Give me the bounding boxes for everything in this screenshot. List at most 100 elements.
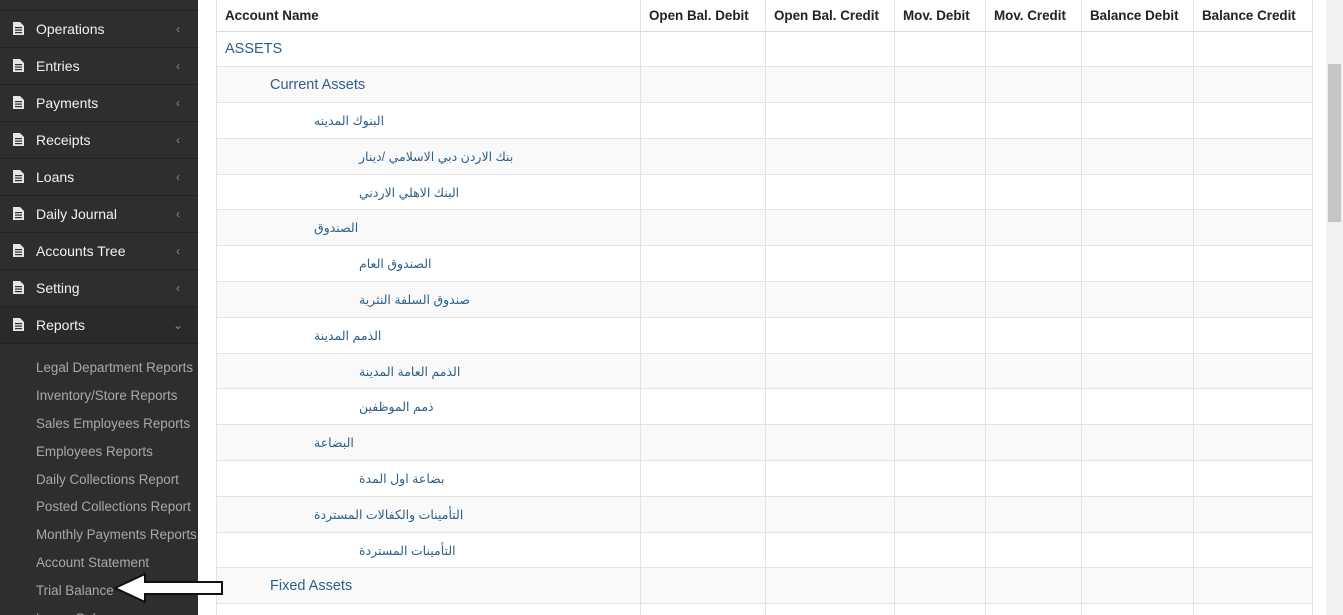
sidebar-item-operations[interactable]: Operations ‹ [0, 11, 198, 48]
document-icon [13, 59, 25, 73]
sidebar-item-label: Reports [36, 317, 86, 333]
amount-cell [894, 316, 986, 354]
amount-cell [894, 388, 986, 426]
sidebar-item-accounts-tree[interactable]: Accounts Tree ‹ [0, 233, 198, 270]
submenu-item-sales-employees-reports[interactable]: Sales Employees Reports [0, 410, 198, 438]
scrollbar-thumb[interactable] [1328, 64, 1341, 222]
column-header-account-name: Account Name [216, 0, 641, 32]
amount-cell [985, 352, 1082, 390]
amount-cell [765, 281, 895, 318]
account-name-cell[interactable]: التأمينات والكفالات المستردة [216, 495, 641, 533]
chevron-left-icon: ‹ [176, 59, 180, 73]
account-name-cell[interactable]: البنك الاهلي الاردني [216, 173, 641, 211]
sidebar-item-entries[interactable]: Entries ‹ [0, 48, 198, 85]
table-row: ذمم الموظفين [216, 388, 1313, 426]
amount-cell [985, 209, 1082, 247]
amount-cell [640, 30, 766, 68]
amount-cell [640, 603, 766, 615]
amount-cell [1081, 30, 1194, 68]
amount-cell [640, 245, 766, 283]
account-name-cell[interactable]: Fixed Assets [216, 567, 641, 605]
trial-balance-panel: Account Name Open Bal. Debit Open Bal. Cre… [216, 0, 1313, 615]
amount-cell [765, 495, 895, 533]
account-name-cell[interactable]: الصندوق العام [216, 245, 641, 283]
account-name-cell[interactable]: البضاعة [216, 424, 641, 462]
submenu-item-employees-reports[interactable]: Employees Reports [0, 438, 198, 466]
account-name-cell[interactable]: Current Assets [216, 66, 641, 104]
sidebar-item-label: Accounts Tree [36, 243, 126, 259]
amount-cell [1193, 352, 1313, 390]
submenu-item-loans-balance[interactable]: Loans Balance [0, 605, 198, 615]
amount-cell [985, 173, 1082, 211]
account-name-cell[interactable]: البنوك المدينه [216, 102, 641, 139]
account-name-cell[interactable]: الصندوق [216, 209, 641, 247]
amount-cell [985, 567, 1082, 605]
account-name-cell[interactable]: صندوق السلفة النثرية [216, 281, 641, 318]
amount-cell [1193, 460, 1313, 497]
amount-cell [1081, 460, 1194, 497]
sidebar-item-setting[interactable]: Setting ‹ [0, 270, 198, 307]
account-name-cell[interactable]: التأمينات المستردة [216, 531, 641, 569]
sidebar-item-reports[interactable]: Reports ⌄ [0, 307, 198, 344]
account-name-cell[interactable]: الذمم المدينة [216, 316, 641, 354]
column-header-mov-credit: Mov. Credit [985, 0, 1082, 32]
amount-cell [985, 30, 1082, 68]
submenu-item-monthly-payments-reports[interactable]: Monthly Payments Reports [0, 521, 198, 549]
amount-cell [1193, 567, 1313, 605]
amount-cell [640, 352, 766, 390]
sidebar-item-loans[interactable]: Loans ‹ [0, 159, 198, 196]
table-row: Current Assets [216, 66, 1313, 104]
amount-cell [1193, 388, 1313, 426]
sidebar-item-payments[interactable]: Payments ‹ [0, 85, 198, 122]
account-name-cell[interactable]: ذمم الموظفين [216, 388, 641, 426]
amount-cell [1193, 245, 1313, 283]
amount-cell [1193, 137, 1313, 175]
submenu-item-inventory-store-reports[interactable]: Inventory/Store Reports [0, 382, 198, 410]
amount-cell [1081, 531, 1194, 569]
amount-cell [1193, 281, 1313, 318]
document-icon [13, 22, 25, 36]
table-row: صندوق السلفة النثرية [216, 281, 1313, 318]
amount-cell [894, 424, 986, 462]
vertical-scrollbar[interactable] [1326, 0, 1343, 615]
table-header-row: Account Name Open Bal. Debit Open Bal. Cre… [216, 0, 1313, 32]
table-row: البضاعة [216, 424, 1313, 462]
document-icon [13, 170, 25, 184]
amount-cell [985, 495, 1082, 533]
amount-cell [640, 102, 766, 139]
amount-cell [640, 209, 766, 247]
table-row: التأمينات والكفالات المستردة [216, 495, 1313, 533]
amount-cell [1081, 567, 1194, 605]
amount-cell [894, 137, 986, 175]
submenu-item-posted-collections-report[interactable]: Posted Collections Report [0, 493, 198, 521]
account-name-cell[interactable]: بضاعة اول المدة [216, 460, 641, 497]
sidebar-item-label: Payments [36, 95, 99, 111]
sidebar-item-receipts[interactable]: Receipts ‹ [0, 122, 198, 159]
amount-cell [640, 424, 766, 462]
amount-cell [640, 531, 766, 569]
amount-cell [640, 567, 766, 605]
sidebar-item-daily-journal[interactable]: Daily Journal ‹ [0, 196, 198, 233]
account-name-cell[interactable]: ASSETS [216, 30, 641, 68]
amount-cell [985, 424, 1082, 462]
account-name-cell[interactable] [216, 603, 641, 615]
table-row: الصندوق [216, 209, 1313, 247]
table-row: التأمينات المستردة [216, 531, 1313, 569]
amount-cell [985, 66, 1082, 104]
table-row: الذمم العامة المدينة [216, 352, 1313, 390]
submenu-item-legal-department-reports[interactable]: Legal Department Reports [0, 354, 198, 382]
amount-cell [894, 281, 986, 318]
amount-cell [1081, 603, 1194, 615]
account-name-cell[interactable]: الذمم العامة المدينة [216, 352, 641, 390]
amount-cell [894, 531, 986, 569]
amount-cell [765, 173, 895, 211]
amount-cell [985, 388, 1082, 426]
sidebar-item-label: Operations [36, 21, 105, 37]
amount-cell [765, 66, 895, 104]
amount-cell [894, 495, 986, 533]
amount-cell [640, 173, 766, 211]
amount-cell [985, 531, 1082, 569]
submenu-item-daily-collections-report[interactable]: Daily Collections Report [0, 466, 198, 494]
account-name-cell[interactable]: بنك الاردن دبي الاسلامي /دينار [216, 137, 641, 175]
sidebar-item-label: Daily Journal [36, 206, 117, 222]
